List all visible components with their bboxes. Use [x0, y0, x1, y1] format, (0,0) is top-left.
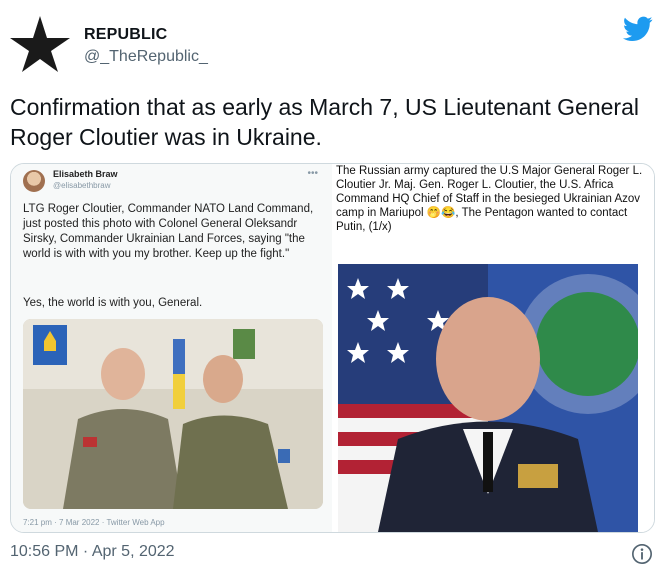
embedded-author-name: Elisabeth Braw [53, 169, 118, 179]
author-handle[interactable]: @_TheRepublic_ [84, 48, 208, 66]
more-icon: ••• [307, 168, 318, 179]
info-icon[interactable] [631, 543, 653, 565]
media-image-left[interactable]: Elisabeth Braw @elisabethbraw ••• LTG Ro… [11, 164, 334, 532]
portrait-photo [338, 264, 638, 532]
twitter-bird-icon[interactable] [623, 16, 653, 42]
media-image-right[interactable]: The Russian army captured the U.S Major … [334, 164, 654, 532]
tweet-header: REPUBLIC @_TheRepublic_ [10, 14, 655, 74]
embedded-photo [23, 319, 323, 509]
embedded-author-handle: @elisabethbraw [53, 181, 111, 190]
embedded-tweet-reply: Yes, the world is with you, General. [23, 297, 203, 309]
tweet-text: Confirmation that as early as March 7, U… [10, 94, 639, 150]
embedded-tweet-text: LTG Roger Cloutier, Commander NATO Land … [23, 203, 314, 260]
russian-claim-caption: The Russian army captured the U.S Major … [336, 165, 643, 233]
black-star-icon[interactable] [10, 14, 70, 74]
author-name[interactable]: REPUBLIC [84, 26, 167, 44]
tweet-timestamp[interactable]: 10:56 PM · Apr 5, 2022 [10, 543, 175, 561]
embedded-tweet-meta: 7:21 pm · 7 Mar 2022 · Twitter Web App [23, 518, 165, 527]
embedded-avatar [23, 170, 45, 192]
tweet-media[interactable]: Elisabeth Braw @elisabethbraw ••• LTG Ro… [10, 163, 655, 533]
